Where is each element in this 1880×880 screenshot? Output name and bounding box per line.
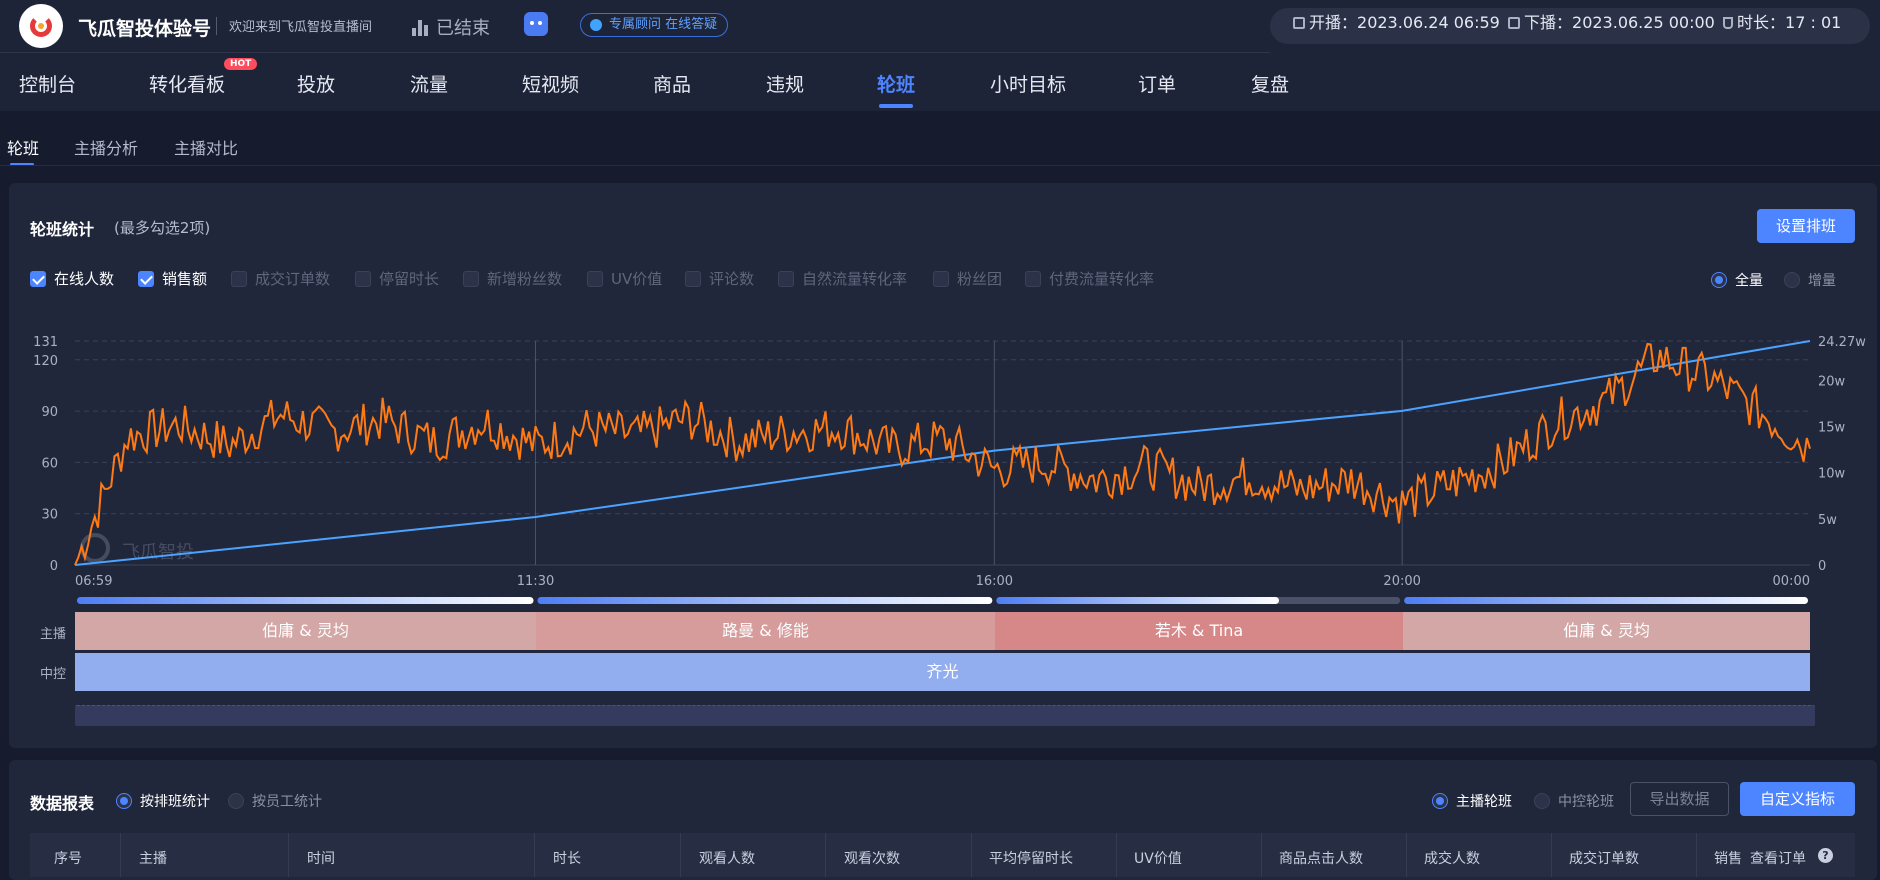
robot-icon[interactable]	[524, 12, 548, 36]
radio-control-shift[interactable]: 中控轮班	[1534, 791, 1614, 811]
tab-violations[interactable]: 违规	[766, 70, 804, 97]
radio-by-staff[interactable]: 按员工统计	[228, 791, 322, 811]
column-divider	[1406, 833, 1407, 877]
calendar-icon	[1508, 17, 1520, 29]
col-sales: 销售	[1714, 851, 1742, 867]
export-data-button[interactable]: 导出数据	[1630, 782, 1729, 816]
duration: 时长：17 : 01	[1723, 9, 1841, 33]
tab-review[interactable]: 复盘	[1251, 70, 1289, 97]
col-buyers: 成交人数	[1424, 851, 1480, 867]
panel-subtitle: (最多勾选2项)	[114, 219, 211, 237]
tab-products[interactable]: 商品	[653, 70, 691, 97]
header-separator	[0, 52, 1270, 53]
tab-traffic[interactable]: 流量	[410, 70, 448, 97]
live-status: 已结束	[436, 18, 490, 39]
checkbox-stay-duration[interactable]: 停留时长	[355, 268, 439, 289]
column-divider	[288, 833, 289, 877]
column-divider	[1116, 833, 1117, 877]
header-divider	[216, 17, 217, 35]
col-product-clicks: 商品点击人数	[1279, 851, 1363, 867]
subtab-separator	[0, 165, 1880, 166]
checkbox-natural-conversion[interactable]: 自然流量转化率	[778, 268, 907, 289]
checkbox-paid-conversion[interactable]: 付费流量转化率	[1025, 268, 1154, 289]
radio-incremental[interactable]: 增量	[1784, 270, 1836, 290]
col-uv-value: UV价值	[1134, 851, 1182, 867]
timeline-scrollbar[interactable]	[75, 705, 1815, 726]
host-block[interactable]: 伯庸 & 灵均	[1403, 612, 1810, 650]
brand-logo[interactable]	[19, 4, 63, 48]
col-views: 观看次数	[844, 851, 900, 867]
tab-console[interactable]: 控制台	[19, 70, 76, 97]
radio-full[interactable]: 全量	[1711, 270, 1763, 290]
col-time: 时间	[307, 851, 335, 867]
report-title: 数据报表	[30, 794, 95, 813]
custom-metrics-button[interactable]: 自定义指标	[1740, 782, 1855, 816]
bar-chart-icon	[412, 18, 428, 36]
col-avg-stay: 平均停留时长	[989, 851, 1073, 867]
checkbox-new-fans[interactable]: 新增粉丝数	[463, 268, 562, 289]
hot-badge: HOT	[224, 58, 258, 70]
col-host: 主播	[139, 851, 167, 867]
host-block[interactable]: 若木 & Tina	[995, 612, 1403, 650]
subtab-host-analysis[interactable]: 主播分析	[74, 135, 138, 159]
subtab-shifts[interactable]: 轮班	[7, 135, 39, 159]
host-block[interactable]: 伯庸 & 灵均	[75, 612, 536, 650]
column-divider	[680, 833, 681, 877]
column-divider	[1551, 833, 1552, 877]
tab-orders[interactable]: 订单	[1138, 70, 1176, 97]
brand-name: 飞瓜智投体验号	[78, 18, 212, 40]
radio-by-shift[interactable]: 按排班统计	[116, 791, 210, 811]
col-duration: 时长	[553, 851, 581, 867]
tab-short-video[interactable]: 短视频	[522, 70, 579, 97]
subtab-host-compare[interactable]: 主播对比	[174, 135, 238, 159]
calendar-icon	[1293, 17, 1305, 29]
hourglass-icon	[1723, 17, 1733, 29]
column-divider	[120, 833, 121, 877]
tab-shifts[interactable]: 轮班	[877, 70, 915, 97]
consultant-button[interactable]: 专属顾问 在线答疑	[580, 13, 729, 37]
checkbox-comments[interactable]: 评论数	[685, 268, 754, 289]
checkbox-online-users[interactable]: 在线人数	[30, 268, 114, 289]
host-block[interactable]: 路曼 & 修能	[536, 612, 995, 650]
col-index: 序号	[54, 851, 82, 867]
column-divider	[1696, 833, 1697, 877]
host-row-label: 主播	[40, 627, 67, 642]
col-orders: 成交订单数	[1569, 851, 1639, 867]
panel-title: 轮班统计	[30, 220, 95, 239]
control-row-label: 中控	[40, 667, 67, 682]
column-divider	[825, 833, 826, 877]
col-viewers: 观看人数	[699, 851, 755, 867]
chat-icon	[590, 19, 602, 31]
start-time: 开播：2023.06.24 06:59	[1293, 9, 1500, 33]
radio-host-shift[interactable]: 主播轮班	[1432, 791, 1512, 811]
setup-schedule-button[interactable]: 设置排班	[1757, 209, 1855, 243]
column-divider	[534, 833, 535, 877]
tab-ads[interactable]: 投放	[297, 70, 335, 97]
checkbox-uv-value[interactable]: UV价值	[587, 268, 662, 289]
end-time: 下播：2023.06.25 00:00	[1508, 9, 1715, 33]
tab-hourly-goals[interactable]: 小时目标	[990, 70, 1066, 97]
active-tab-indicator	[879, 104, 913, 108]
checkbox-orders[interactable]: 成交订单数	[231, 268, 330, 289]
col-view-orders[interactable]: 查看订单	[1750, 848, 1806, 868]
tab-conversion-board[interactable]: 转化看板	[149, 70, 225, 97]
column-divider	[971, 833, 972, 877]
checkbox-sales[interactable]: 销售额	[138, 268, 207, 289]
checkbox-fan-club[interactable]: 粉丝团	[933, 268, 1002, 289]
control-block[interactable]: 齐光	[75, 653, 1810, 691]
column-divider	[1261, 833, 1262, 877]
welcome-text: 欢迎来到飞瓜智投直播间	[229, 20, 373, 35]
help-icon[interactable]: ?	[1818, 848, 1833, 863]
